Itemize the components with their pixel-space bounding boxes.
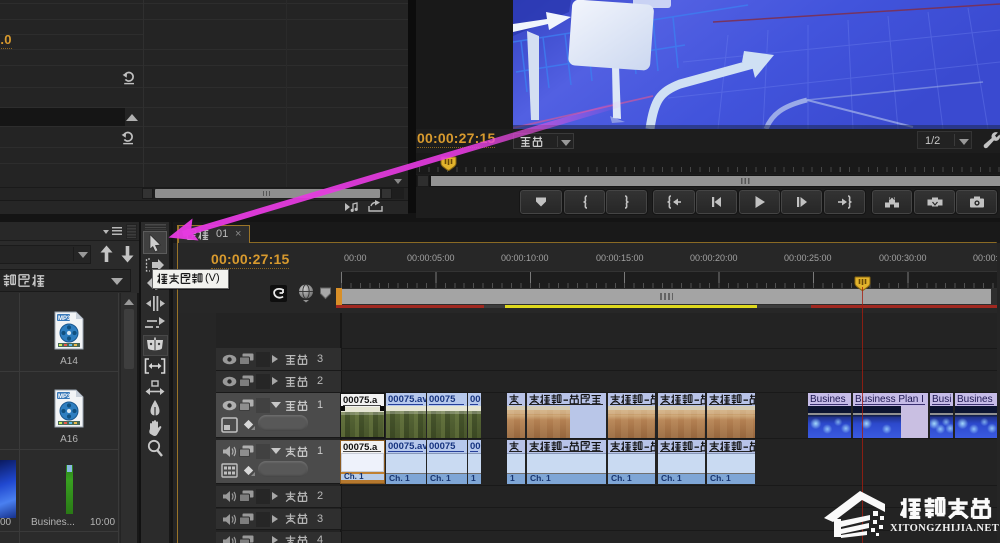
svg-text:MP3: MP3 [58, 316, 71, 322]
svg-text:MP3: MP3 [58, 394, 71, 400]
